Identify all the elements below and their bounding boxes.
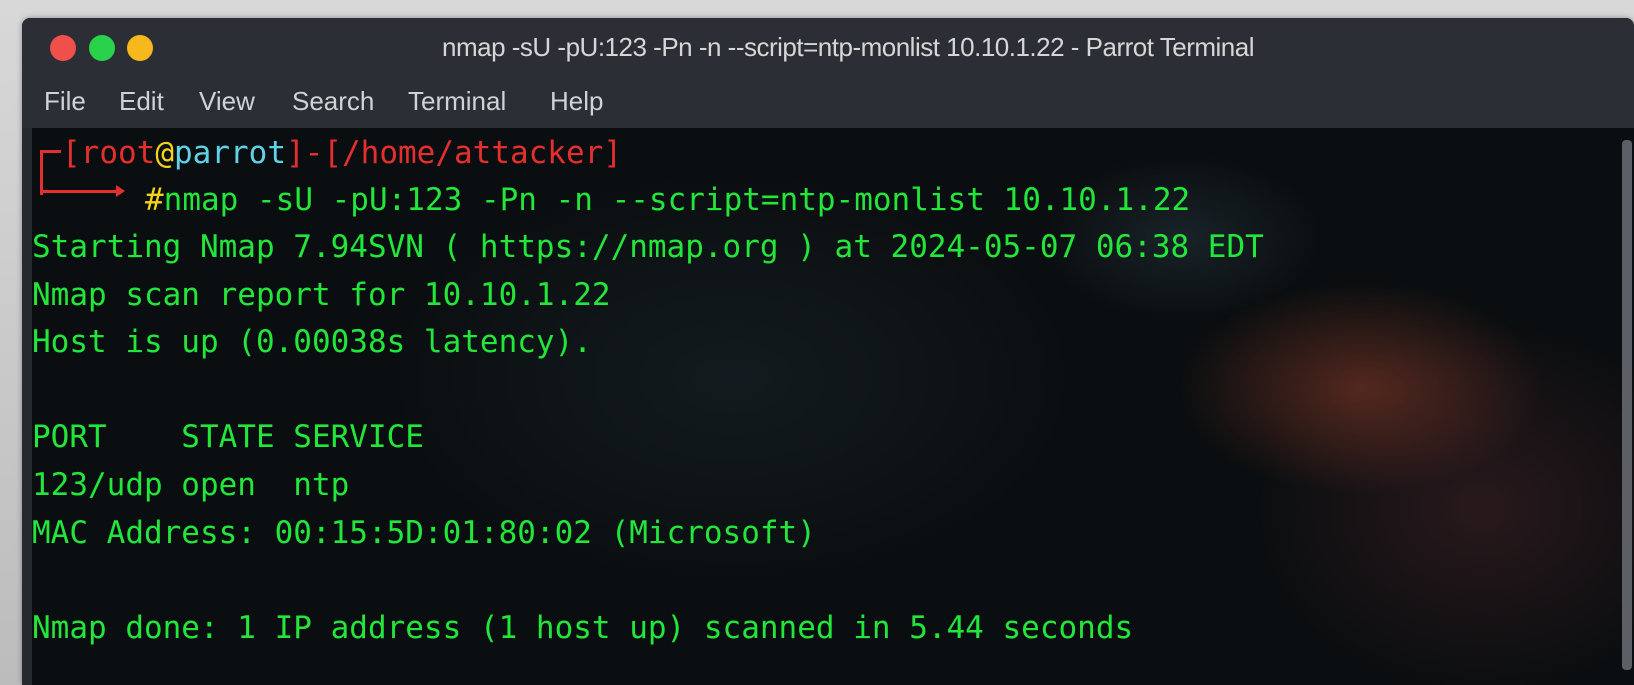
menu-file[interactable]: File: [44, 86, 86, 117]
command-text: nmap -sU -pU:123 -Pn -n --script=ntp-mon…: [163, 182, 1191, 218]
prompt-arrow-head-icon: [116, 185, 125, 197]
output-line-6: 123/udp open ntp: [32, 467, 350, 503]
command-line: #nmap -sU -pU:123 -Pn -n --script=ntp-mo…: [145, 181, 1190, 219]
prompt-arrow-line: [40, 190, 118, 193]
prompt-dash: -: [304, 135, 324, 171]
prompt-corner-decoration: [40, 150, 61, 195]
prompt-host: parrot: [174, 135, 286, 171]
title-bar: nmap -sU -pU:123 -Pn -n --script=ntp-mon…: [22, 18, 1634, 78]
menu-search[interactable]: Search: [292, 86, 374, 117]
output-line-2: Nmap scan report for 10.10.1.22: [32, 277, 611, 313]
output-line-5: PORT STATE SERVICE: [32, 419, 424, 455]
window-title: nmap -sU -pU:123 -Pn -n --script=ntp-mon…: [442, 32, 1254, 62]
menu-terminal[interactable]: Terminal: [408, 86, 506, 117]
prompt-path-open: [: [323, 135, 342, 171]
prompt-path-close: ]: [603, 135, 622, 171]
output-line-1: Starting Nmap 7.94SVN ( https://nmap.org…: [32, 229, 1264, 265]
menu-view[interactable]: View: [199, 86, 255, 117]
terminal-window: nmap -sU -pU:123 -Pn -n --script=ntp-mon…: [22, 18, 1634, 685]
menu-edit[interactable]: Edit: [119, 86, 164, 117]
prompt-path: /home/attacker: [342, 135, 604, 171]
prompt-at: @: [155, 135, 174, 171]
menu-bar: File Edit View Search Terminal Help: [22, 78, 1634, 128]
prompt-hash: #: [145, 182, 164, 218]
output-line-3: Host is up (0.00038s latency).: [32, 324, 592, 360]
prompt-close-bracket: ]: [285, 135, 305, 171]
screenshot-frame: nmap -sU -pU:123 -Pn -n --script=ntp-mon…: [0, 0, 1634, 685]
prompt-line: [root@parrot]-[/home/attacker]: [62, 134, 622, 172]
terminal-scrollbar[interactable]: [1622, 140, 1632, 670]
menu-help[interactable]: Help: [550, 86, 603, 117]
output-line-9: Nmap done: 1 IP address (1 host up) scan…: [32, 610, 1134, 646]
terminal-output-area[interactable]: [root@parrot]-[/home/attacker] #nmap -sU…: [32, 128, 1634, 685]
output-line-7: MAC Address: 00:15:5D:01:80:02 (Microsof…: [32, 515, 816, 551]
prompt-user: root: [80, 135, 156, 171]
prompt-open-bracket: [: [62, 135, 81, 171]
